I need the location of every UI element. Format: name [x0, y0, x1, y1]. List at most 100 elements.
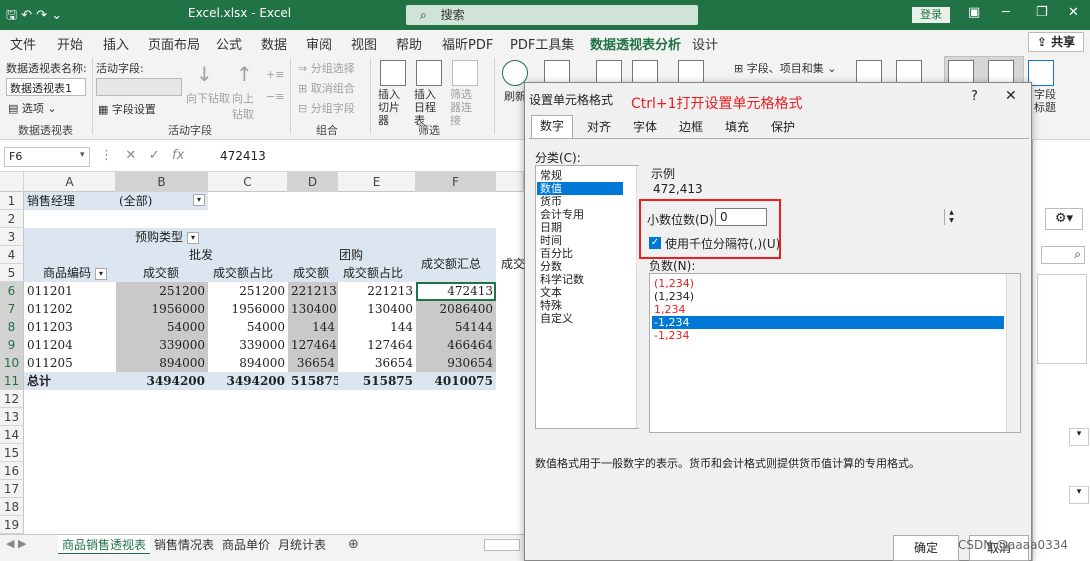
row-header[interactable]: 5: [0, 264, 24, 282]
group-ratio-cell[interactable]: 221213: [338, 282, 416, 300]
ok-button[interactable]: 确定: [893, 535, 959, 561]
tab-protection[interactable]: 保护: [763, 117, 803, 137]
product-code-cell[interactable]: 011203: [24, 318, 116, 336]
column-header-a[interactable]: A: [24, 172, 116, 192]
sheet-tab-unit-price[interactable]: 商品单价: [218, 535, 274, 555]
quick-access-toolbar[interactable]: 🖫 ↶ ↷ ⌄: [6, 6, 62, 28]
pivot-name-input[interactable]: 数据透视表1: [6, 78, 86, 96]
menu-help[interactable]: 帮助: [396, 34, 422, 53]
tab-fill[interactable]: 填充: [717, 117, 757, 137]
category-item[interactable]: 时间: [540, 234, 562, 247]
wholesale-amount-cell[interactable]: 894000: [116, 354, 208, 372]
total-amount-cell[interactable]: 2086400: [416, 300, 496, 318]
negative-list-scrollbar[interactable]: [1006, 274, 1020, 432]
filter-connections-button[interactable]: 筛选器连接: [450, 88, 482, 127]
grand-total-cell[interactable]: 3494200: [208, 372, 288, 390]
field-headers-button[interactable]: 字段标题: [1034, 88, 1056, 114]
group-amount-cell[interactable]: 221213: [288, 282, 338, 300]
group-amount-cell[interactable]: 130400: [288, 300, 338, 318]
column-header-c[interactable]: C: [208, 172, 288, 192]
row-header[interactable]: 7: [0, 300, 24, 318]
group-selection-button[interactable]: ⇒ 分组选择: [298, 60, 355, 76]
grand-total-cell[interactable]: 4010075: [416, 372, 496, 390]
confirm-formula-icon[interactable]: ✓: [149, 148, 160, 163]
close-icon[interactable]: ✕: [1005, 88, 1017, 104]
menu-design[interactable]: 设计: [692, 34, 718, 53]
group-ratio-cell[interactable]: 130400: [338, 300, 416, 318]
row-header[interactable]: 19: [0, 516, 24, 534]
column-header-b[interactable]: B: [116, 172, 208, 192]
category-item[interactable]: 分数: [540, 260, 562, 273]
negative-numbers-list[interactable]: (1,234) (1,234) 1,234 -1,234 -1,234: [649, 273, 1021, 433]
menu-formulas[interactable]: 公式: [216, 34, 242, 53]
ribbon-display-icon[interactable]: ▣: [968, 5, 980, 20]
share-button[interactable]: ⇪ 共享: [1028, 32, 1084, 52]
negative-format-item[interactable]: -1,234: [652, 316, 1004, 329]
field-list-box[interactable]: [1037, 274, 1087, 364]
row-header[interactable]: 9: [0, 336, 24, 354]
report-filter-value[interactable]: (全部) ▾: [116, 192, 208, 210]
field-search-icon[interactable]: ⌕: [1041, 246, 1085, 264]
wholesale-ratio-cell[interactable]: 1956000: [208, 300, 288, 318]
grand-total-cell[interactable]: 515875: [288, 372, 338, 390]
name-box-dropdown-icon[interactable]: ▾: [80, 150, 85, 160]
area-dropdown-icon[interactable]: ▾: [1069, 486, 1089, 504]
decimal-spinner[interactable]: ▲ ▼: [944, 209, 958, 225]
category-item[interactable]: 百分比: [540, 247, 573, 260]
minimize-icon[interactable]: ─: [1002, 5, 1010, 20]
insert-function-icon[interactable]: fx: [172, 148, 184, 163]
row-header[interactable]: 18: [0, 498, 24, 516]
row-header[interactable]: 3: [0, 228, 24, 246]
sheet-tab-monthly[interactable]: 月统计表: [274, 535, 330, 555]
category-item[interactable]: 日期: [540, 221, 562, 234]
total-amount-cell[interactable]: 466464: [416, 336, 496, 354]
field-list-settings-icon[interactable]: ⚙▾: [1045, 208, 1083, 230]
options-button[interactable]: ▤ 选项 ⌄: [8, 100, 57, 116]
sheet-tab-sales[interactable]: 销售情况表: [150, 535, 218, 555]
column-header-e[interactable]: E: [338, 172, 416, 192]
wholesale-ratio-cell[interactable]: 339000: [208, 336, 288, 354]
area-dropdown-icon[interactable]: ▾: [1069, 428, 1089, 446]
row-header[interactable]: 4: [0, 246, 24, 264]
group-field-button[interactable]: ⊟ 分组字段: [298, 100, 355, 116]
drill-up-button[interactable]: 向上钻取: [232, 90, 262, 122]
negative-format-item[interactable]: (1,234): [652, 277, 1004, 290]
menu-page-layout[interactable]: 页面布局: [148, 34, 200, 53]
thousands-separator-label[interactable]: 使用千位分隔符(,)(U): [665, 235, 780, 252]
field-settings-button[interactable]: ▦ 字段设置: [98, 101, 156, 117]
row-header[interactable]: 2: [0, 210, 24, 228]
wholesale-amount-cell[interactable]: 251200: [116, 282, 208, 300]
group-ratio-cell[interactable]: 36654: [338, 354, 416, 372]
product-code-cell[interactable]: 011201: [24, 282, 116, 300]
category-item[interactable]: 科学记数: [540, 273, 584, 286]
menu-insert[interactable]: 插入: [103, 34, 129, 53]
menu-home[interactable]: 开始: [57, 34, 83, 53]
horizontal-scrollbar[interactable]: [484, 539, 520, 551]
total-amount-cell[interactable]: 54144: [416, 318, 496, 336]
group-ratio-cell[interactable]: 144: [338, 318, 416, 336]
spin-up-icon[interactable]: ▲: [945, 209, 958, 217]
filter-dropdown-icon[interactable]: ▾: [187, 231, 200, 244]
spin-down-icon[interactable]: ▼: [945, 217, 958, 225]
grand-total-cell[interactable]: 515875: [338, 372, 416, 390]
row-header[interactable]: 10: [0, 354, 24, 372]
wholesale-ratio-cell[interactable]: 251200: [208, 282, 288, 300]
category-item[interactable]: 常规: [540, 169, 562, 182]
filter-dropdown-icon[interactable]: ▾: [95, 267, 108, 280]
menu-data[interactable]: 数据: [261, 34, 287, 53]
menu-pivot-analyze[interactable]: 数据透视表分析: [590, 34, 682, 57]
category-item[interactable]: 自定义: [540, 312, 573, 325]
row-header[interactable]: 13: [0, 408, 24, 426]
negative-format-item[interactable]: -1,234: [652, 329, 1004, 342]
menu-file[interactable]: 文件: [10, 34, 36, 53]
decimal-places-input[interactable]: 0 ▲ ▼: [715, 208, 954, 226]
wholesale-ratio-cell[interactable]: 54000: [208, 318, 288, 336]
search-input[interactable]: ⌕ 搜索: [406, 5, 698, 25]
column-field-label[interactable]: 预购类型 ▾: [132, 228, 222, 246]
column-header-g[interactable]: [496, 172, 524, 192]
drill-down-button[interactable]: 向下钻取: [186, 90, 230, 106]
total-amount-cell[interactable]: 930654: [416, 354, 496, 372]
group-amount-cell[interactable]: 144: [288, 318, 338, 336]
category-list[interactable]: 常规 数值 货币 会计专用 日期 时间 百分比 分数 科学记数 文本 特殊 自定义: [535, 165, 650, 429]
filter-dropdown-icon[interactable]: ▾: [193, 194, 205, 206]
